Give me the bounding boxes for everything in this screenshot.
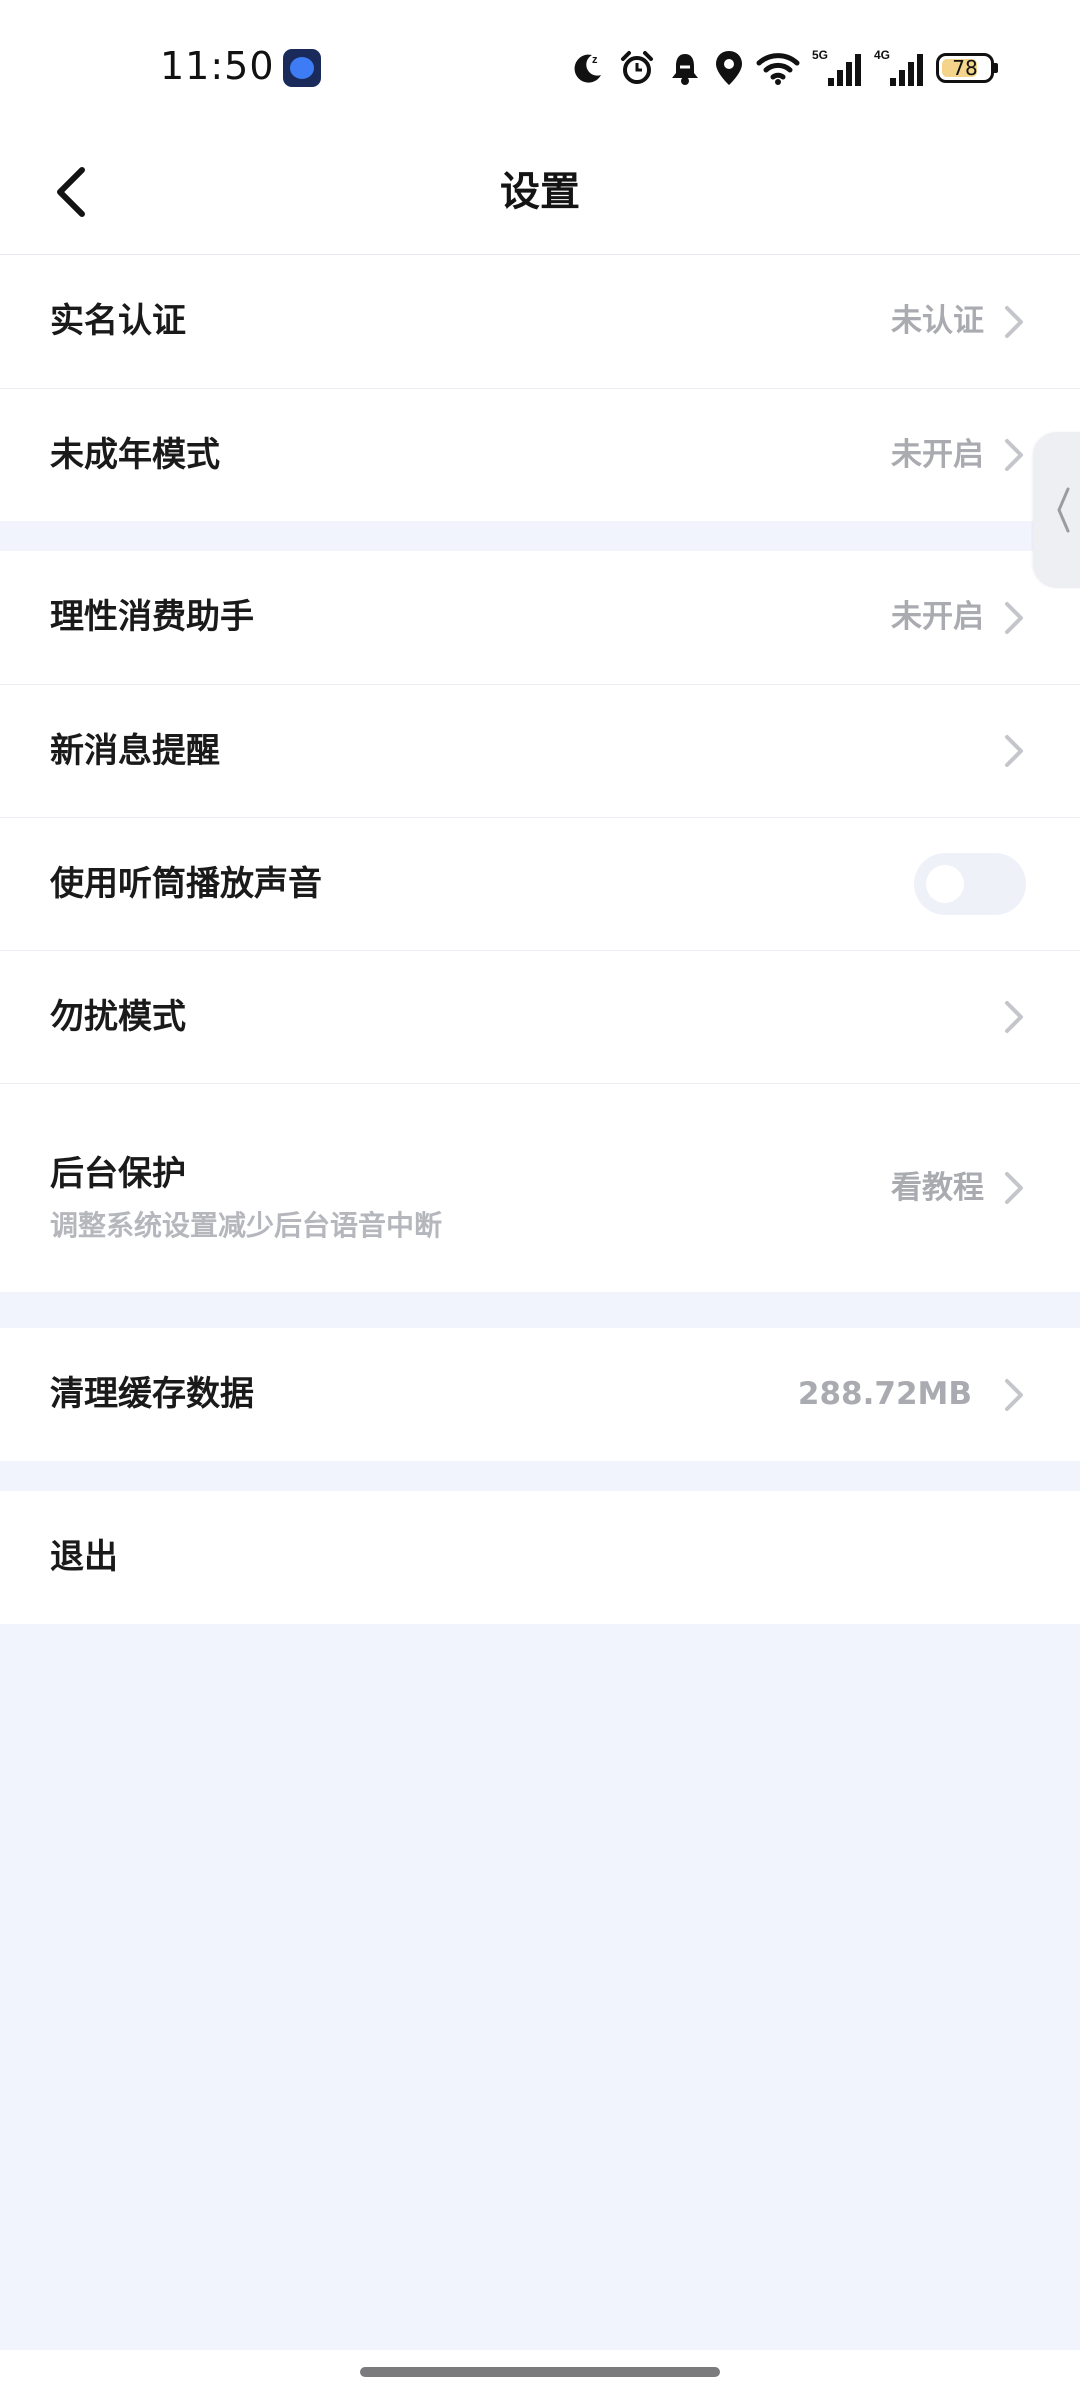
setting-label: 清理缓存数据 — [50, 1374, 254, 1414]
earpiece-audio-toggle[interactable] — [914, 853, 1026, 915]
alarm-icon — [621, 51, 653, 84]
page-title: 设置 — [500, 169, 580, 215]
setting-row-spending-assistant[interactable]: 理性消费助手 未开启 — [0, 551, 1080, 684]
setting-value: 未开启 — [891, 437, 984, 473]
setting-subtitle: 调整系统设置减少后台语音中断 — [50, 1209, 443, 1242]
back-button[interactable] — [30, 152, 110, 232]
battery-level: 78 — [952, 56, 978, 80]
setting-label: 退出 — [50, 1537, 118, 1577]
bell-icon — [672, 54, 698, 85]
chevron-right-icon — [1005, 1172, 1023, 1204]
setting-label: 勿扰模式 — [50, 997, 186, 1037]
nav-header: 设置 — [0, 130, 1080, 255]
settings-group-storage: 清理缓存数据 288.72MB — [0, 1328, 1080, 1461]
battery-icon: 78 — [936, 53, 998, 83]
app-notification-icon — [283, 49, 321, 87]
location-icon — [716, 51, 742, 85]
wifi-icon — [756, 53, 800, 85]
chevron-right-icon — [1005, 305, 1023, 338]
back-arrow-icon — [57, 167, 85, 217]
chevron-right-icon — [1005, 735, 1023, 767]
setting-row-clear-cache[interactable]: 清理缓存数据 288.72MB — [0, 1328, 1080, 1461]
setting-label: 未成年模式 — [50, 435, 220, 475]
moon-sleep-icon: z — [574, 54, 601, 83]
setting-label: 实名认证 — [50, 301, 186, 341]
setting-label: 理性消费助手 — [50, 597, 254, 637]
settings-group-exit: 退出 — [0, 1491, 1080, 1624]
chevron-left-icon — [1057, 487, 1070, 533]
toggle-knob — [926, 865, 964, 903]
setting-label: 后台保护 — [50, 1154, 186, 1194]
signal-5g-label: 5G — [812, 48, 828, 62]
setting-row-minor-mode[interactable]: 未成年模式 未开启 — [0, 388, 1080, 521]
setting-row-do-not-disturb[interactable]: 勿扰模式 — [0, 950, 1080, 1083]
chevron-right-icon — [1005, 601, 1023, 634]
status-bar: 11:50 z 5G 4G 78 — [0, 0, 1080, 130]
settings-group-general: 理性消费助手 未开启 新消息提醒 使用听筒播放声音 勿扰模式 后台保护 调整系统… — [0, 551, 1080, 1292]
signal-4g-label: 4G — [874, 48, 890, 62]
setting-label: 使用听筒播放声音 — [50, 864, 322, 904]
setting-label: 新消息提醒 — [50, 731, 220, 771]
setting-row-earpiece-audio: 使用听筒播放声音 — [0, 817, 1080, 950]
chevron-right-icon — [1005, 1378, 1023, 1411]
side-gesture-handle[interactable] — [1033, 432, 1080, 588]
setting-row-message-reminder[interactable]: 新消息提醒 — [0, 684, 1080, 817]
home-indicator[interactable] — [360, 2367, 720, 2377]
signal-4g-icon: 4G — [874, 48, 923, 86]
chevron-right-icon — [1005, 1001, 1023, 1033]
signal-5g-icon: 5G — [812, 48, 861, 86]
setting-value: 未认证 — [891, 303, 984, 339]
status-time: 11:50 — [160, 44, 275, 88]
chevron-right-icon — [1005, 439, 1023, 471]
setting-value: 看教程 — [891, 1170, 984, 1206]
setting-value: 未开启 — [891, 599, 984, 635]
status-icons: z 5G 4G 78 — [570, 42, 998, 94]
setting-row-background-protection[interactable]: 后台保护 调整系统设置减少后台语音中断 看教程 — [0, 1083, 1080, 1292]
logout-button[interactable]: 退出 — [0, 1491, 1080, 1624]
settings-group-account: 实名认证 未认证 未成年模式 未开启 — [0, 255, 1080, 521]
svg-text:z: z — [592, 54, 598, 66]
setting-row-real-name[interactable]: 实名认证 未认证 — [0, 255, 1080, 388]
cache-size: 288.72MB — [797, 1376, 972, 1412]
